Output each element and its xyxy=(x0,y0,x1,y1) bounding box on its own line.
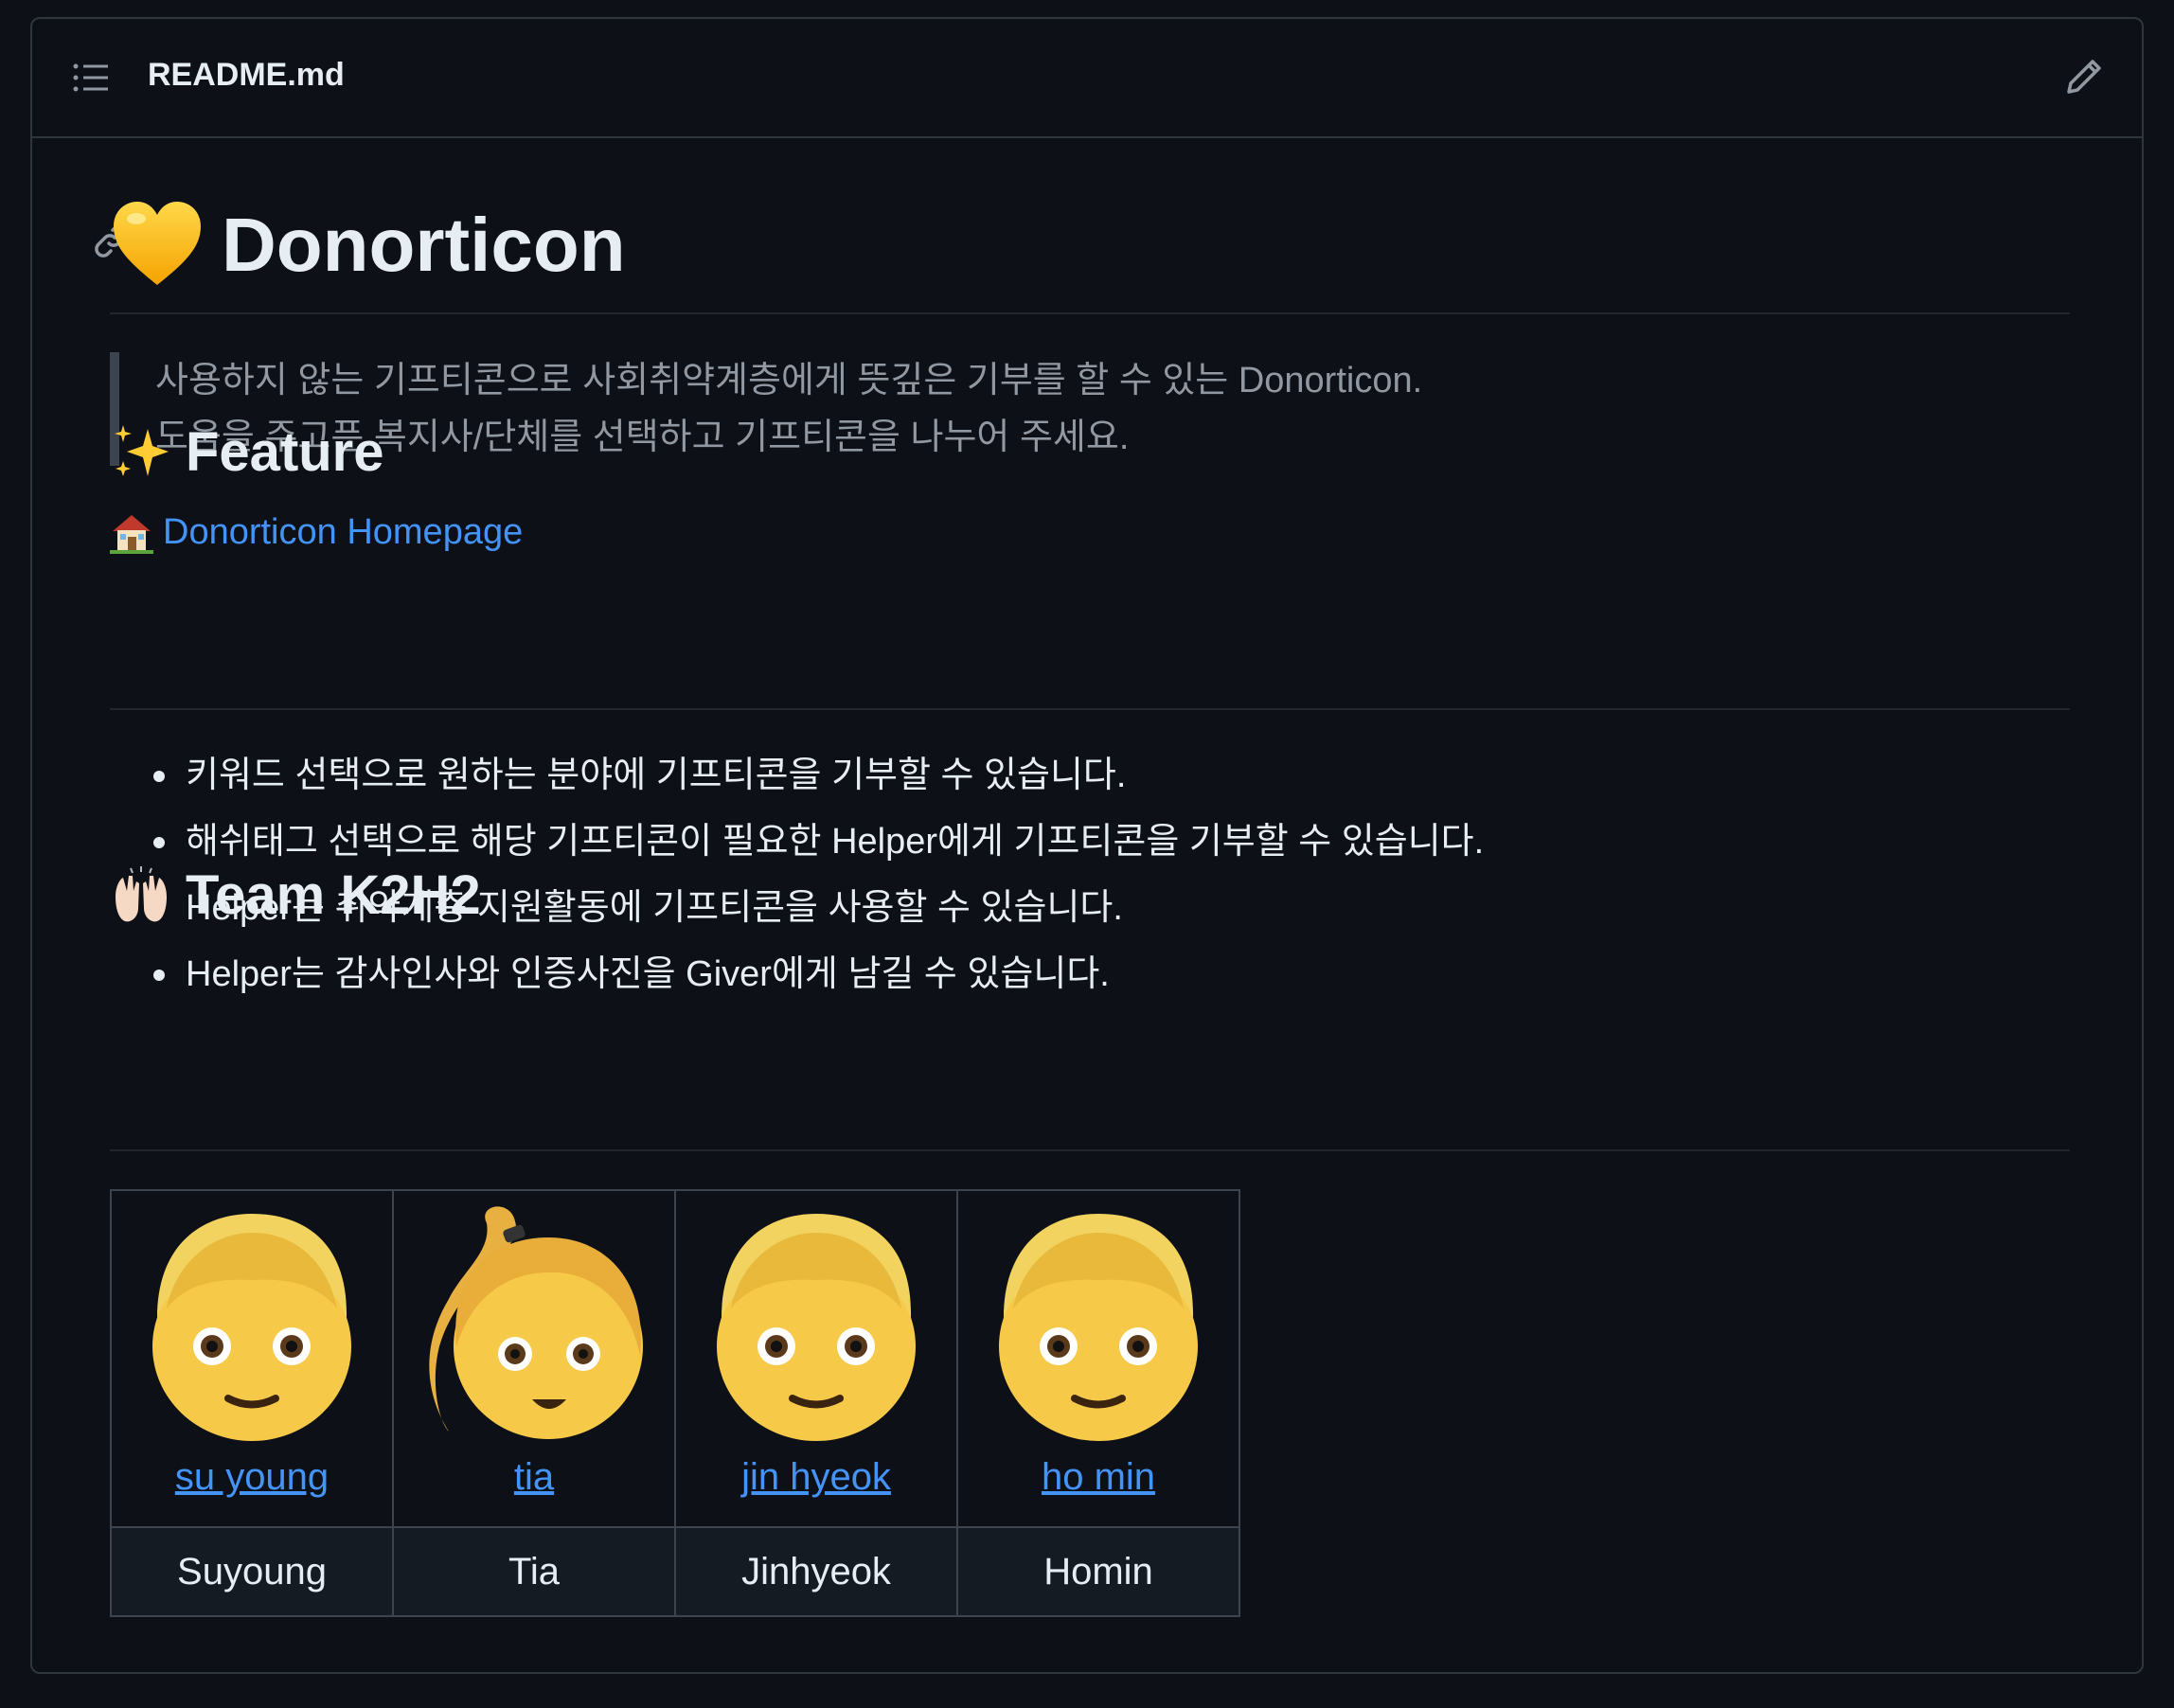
team-member-cell: tia xyxy=(392,1189,676,1528)
member-name: Jinhyeok xyxy=(674,1526,958,1617)
feature-divider xyxy=(110,708,2070,710)
team-member-cell: su young xyxy=(110,1189,394,1528)
raising-hands-icon xyxy=(116,866,167,922)
homepage-link[interactable]: Donorticon Homepage xyxy=(163,504,523,560)
page-title: Donorticon xyxy=(110,193,626,297)
feature-heading-text: Feature xyxy=(186,421,384,483)
member-name: Tia xyxy=(392,1526,676,1617)
feature-heading: Feature xyxy=(110,415,384,490)
team-heading: Team K2H2 xyxy=(110,858,481,934)
readme-panel: README.md Donorticon 사용하지 않는 기프티콘으로 사회취약… xyxy=(30,17,2144,1674)
member-link[interactable]: tia xyxy=(394,1450,674,1503)
quote-line-1: 사용하지 않는 기프티콘으로 사회취약계층에게 뜻깊은 기부를 할 수 있는 D… xyxy=(155,361,1423,400)
title-divider xyxy=(110,312,2070,314)
team-table: su young tia jin hyeok ho min Suyoung Ti… xyxy=(110,1189,1240,1617)
readme-header: README.md xyxy=(32,19,2142,138)
member-link[interactable]: ho min xyxy=(958,1450,1238,1503)
team-divider xyxy=(110,1149,2070,1151)
man-avatar-icon xyxy=(152,1214,351,1441)
man-avatar-icon xyxy=(999,1214,1198,1441)
team-member-cell: ho min xyxy=(956,1189,1240,1528)
list-item: Helper는 감사인사와 인증사진을 Giver에게 남길 수 있습니다. xyxy=(152,941,1484,1007)
homepage-line: Donorticon Homepage xyxy=(110,504,523,560)
pencil-icon[interactable] xyxy=(2064,57,2104,97)
member-link[interactable]: su young xyxy=(112,1450,392,1503)
yellow-heart-icon xyxy=(114,202,201,285)
team-member-cell: jin hyeok xyxy=(674,1189,958,1528)
member-name: Suyoung xyxy=(110,1526,394,1617)
list-outline-icon[interactable] xyxy=(72,61,110,95)
team-heading-text: Team K2H2 xyxy=(186,864,481,926)
member-link[interactable]: jin hyeok xyxy=(676,1450,956,1503)
sparkles-icon xyxy=(115,425,169,476)
woman-ponytail-avatar-icon xyxy=(429,1206,643,1439)
title-text: Donorticon xyxy=(222,203,626,287)
list-item: 키워드 선택으로 원하는 분야에 기프티콘을 기부할 수 있습니다. xyxy=(152,742,1484,809)
man-avatar-icon xyxy=(717,1214,916,1441)
file-name: README.md xyxy=(148,57,345,93)
house-icon xyxy=(110,515,153,554)
member-name: Homin xyxy=(956,1526,1240,1617)
